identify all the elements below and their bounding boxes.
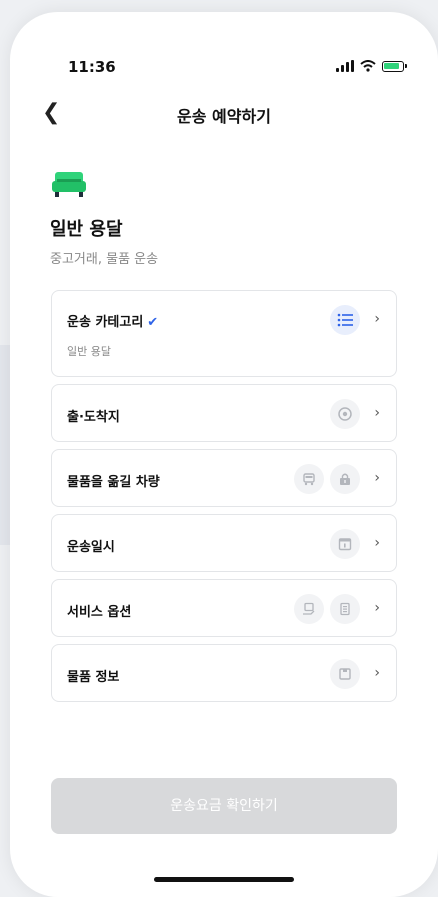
signal-icon: [336, 60, 354, 72]
phone-screen: 11:36 ❮ 운송 예약하기 일반 용달 중고거래, 물품 운송 운송 카테고…: [10, 12, 438, 897]
card-icons: [294, 594, 360, 624]
home-indicator: [154, 877, 294, 882]
chevron-right-icon: ›: [374, 535, 380, 551]
battery-icon: [382, 60, 407, 72]
check-icon: ✔: [147, 315, 159, 330]
chevron-right-icon: ›: [374, 600, 380, 616]
card-icons: [330, 399, 360, 429]
calendar-icon: [330, 529, 360, 559]
chevron-right-icon: ›: [374, 470, 380, 486]
chevron-right-icon: ›: [374, 665, 380, 681]
card-item-info[interactable]: 물품 정보 ›: [51, 644, 397, 702]
lock-icon: [330, 464, 360, 494]
card-sub-transport-category: 일반 용달: [67, 345, 111, 358]
location-pin-icon: [330, 399, 360, 429]
status-bar: 11:36: [10, 12, 438, 92]
sofa-icon: [52, 172, 86, 197]
check-fare-button[interactable]: 운송요금 확인하기: [51, 778, 397, 834]
status-icons: [336, 60, 407, 72]
document-icon: [330, 594, 360, 624]
truck-icon: [294, 464, 324, 494]
card-label-service-options: 서비스 옵션: [67, 605, 132, 620]
list-icon: [330, 305, 360, 335]
card-icons: [330, 305, 360, 335]
wifi-icon: [360, 60, 376, 72]
chevron-right-icon: ›: [374, 311, 380, 327]
card-label-transport-category: 운송 카테고리 ✔: [67, 315, 159, 330]
category-description: 중고거래, 물품 운송: [50, 252, 159, 267]
card-transport-datetime[interactable]: 운송일시 ›: [51, 514, 397, 572]
card-icons: [330, 659, 360, 689]
header: ❮ 운송 예약하기: [10, 97, 438, 133]
card-vehicle[interactable]: 물품을 옮길 차량 ›: [51, 449, 397, 507]
category-name: 일반 용달: [50, 219, 123, 240]
background-panel: [0, 345, 10, 545]
card-service-options[interactable]: 서비스 옵션 ›: [51, 579, 397, 637]
chevron-right-icon: ›: [374, 405, 380, 421]
card-label-item-info: 물품 정보: [67, 670, 120, 685]
card-label-origin-destination: 출·도착지: [67, 410, 120, 425]
card-origin-destination[interactable]: 출·도착지 ›: [51, 384, 397, 442]
package-hand-icon: [294, 594, 324, 624]
status-time: 11:36: [68, 58, 116, 76]
card-label-transport-datetime: 운송일시: [67, 540, 115, 555]
box-icon: [330, 659, 360, 689]
card-icons: [294, 464, 360, 494]
card-transport-category[interactable]: 운송 카테고리 ✔ 일반 용달 ›: [51, 290, 397, 377]
card-icons: [330, 529, 360, 559]
card-label-vehicle: 물품을 옮길 차량: [67, 475, 160, 490]
page-title: 운송 예약하기: [177, 107, 271, 126]
